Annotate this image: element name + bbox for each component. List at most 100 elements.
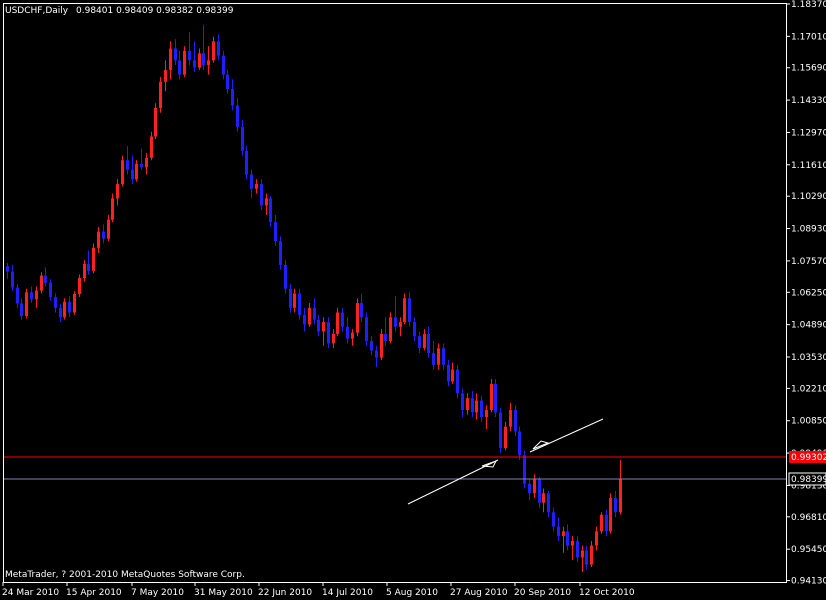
candle-body [226,74,229,89]
candle-body [188,50,191,61]
candle-body [542,493,545,503]
candle-body [289,288,292,308]
candle-body [83,263,86,279]
candle-body [44,275,47,283]
candle [518,426,521,460]
candle-body [566,531,569,546]
candle-body [217,41,220,56]
candle-body [437,348,440,365]
candle-body [250,174,253,189]
candle-body [102,231,105,239]
candle-body [54,297,57,308]
price-tick-label: 1.18370 [791,0,826,10]
candle-body [178,60,181,75]
candle-body [92,247,95,271]
candle-body [202,53,205,66]
candle-body [25,292,28,317]
price-tick-label: 0.94130 [791,577,826,587]
time-tick-label: 22 Jun 2010 [258,588,312,598]
candle [154,103,157,139]
price-tick-label: 1.17010 [791,32,826,42]
candle-body [260,184,263,206]
candle-body [427,333,430,353]
candle-body [528,483,531,494]
candle-body [30,292,33,300]
candle-body [365,317,368,342]
candle-body [183,50,186,75]
price-tick-label: 1.06250 [791,288,826,298]
candle-body [169,48,172,70]
candle-body [581,550,584,558]
candle-body [336,312,339,334]
candle-body [475,400,478,413]
candle-body [595,531,598,546]
candle-body [322,322,325,332]
candle-body [236,105,239,127]
candle [600,512,603,534]
candle-body [614,498,617,513]
candle [494,379,497,418]
candle-body [159,81,162,108]
candle [73,291,76,315]
candle-body [274,222,277,242]
candle-body [533,479,536,494]
candle-body [490,383,493,411]
candle-body [380,333,383,358]
candle-body [193,60,196,68]
candle-body [562,531,565,537]
candle-body [63,301,66,318]
candle-body [49,282,52,298]
candle-body [413,322,416,337]
time-tick-label: 5 Aug 2010 [386,588,438,598]
candle-body [107,219,110,239]
candle-body [447,364,450,382]
candle-body [40,275,43,291]
candle-body [97,231,100,248]
candle-body [375,350,378,358]
candle-body [245,150,248,175]
time-tick-label: 31 May 2010 [194,588,253,598]
candle-body [466,398,469,411]
candle [490,379,493,413]
candle-body [121,160,124,185]
time-tick-label: 20 Sep 2010 [514,588,571,598]
candle-body [341,312,344,327]
candle-body [571,540,574,546]
candle-body [609,498,612,532]
candle-body [423,333,426,349]
candle-body [471,398,474,413]
copyright-text: MetaTrader, ? 2001-2010 MetaQuotes Softw… [5,570,245,580]
price-tick-label: 1.10290 [791,192,826,202]
candle-body [20,303,23,317]
time-tick-label: 7 May 2010 [131,588,184,598]
candle-body [600,514,603,532]
candle-body [174,48,177,61]
candle [523,450,526,489]
candle-body [279,241,282,265]
candle-body [399,322,402,327]
time-tick-label: 27 Aug 2010 [450,588,508,598]
candle-body [480,400,483,418]
candle-body [145,157,148,168]
candle-body [231,88,234,106]
candle-body [135,163,138,180]
price-tick-label: 1.03530 [791,353,826,363]
candle-body [384,333,387,342]
price-tick-label: 1.00850 [791,417,826,427]
candle-body [442,348,445,365]
candle [609,493,612,534]
candle-body [585,550,588,565]
candle-body [303,314,306,325]
candle [456,364,459,399]
candle-body [154,107,157,137]
candle-body [619,479,622,513]
price-tick-label: 1.08930 [791,225,826,235]
candle-body [403,298,406,323]
candle-body [494,383,497,413]
candle-body [389,317,392,342]
ohlc-readout: 0.98401 0.98409 0.98382 0.98399 [76,6,234,16]
candle-body [538,479,541,503]
time-tick-label: 14 Jul 2010 [322,588,373,598]
candle-body [126,160,129,170]
candlestick-chart[interactable]: 1.18370 1.17010 1.15690 1.14330 1.12970 1.116… [0,0,826,600]
